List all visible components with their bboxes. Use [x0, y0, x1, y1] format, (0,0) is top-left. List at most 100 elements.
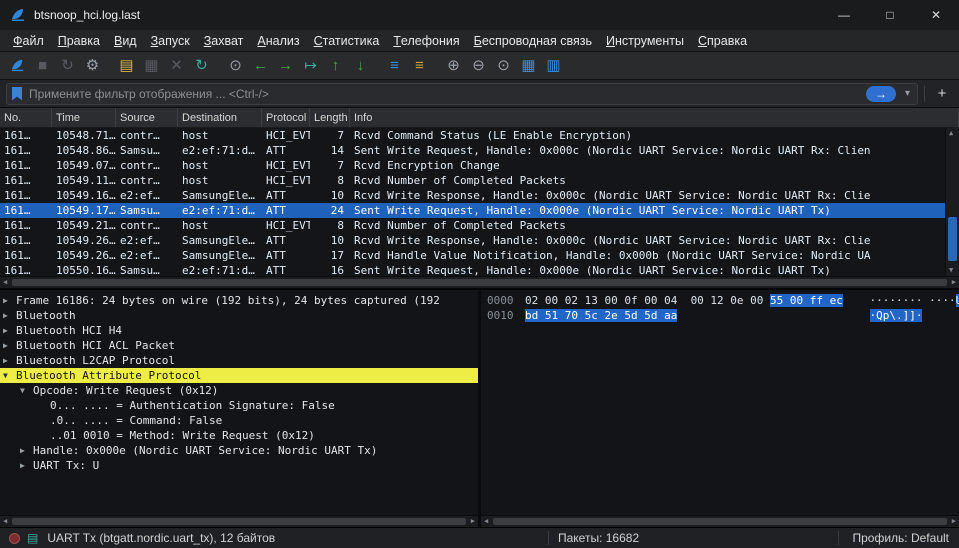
expand-arrow-icon[interactable]: ▶ [3, 326, 16, 335]
menu-wireless[interactable]: Беспроводная связь [467, 30, 599, 51]
detail-line-hci-acl[interactable]: ▶ Bluetooth HCI ACL Packet [0, 338, 478, 353]
detail-line-att-selected[interactable]: ▼ Bluetooth Attribute Protocol [0, 368, 478, 383]
go-last-button[interactable]: ↓ [348, 54, 373, 78]
close-button[interactable]: ✕ [913, 0, 959, 30]
packet-row[interactable]: 161… 10549.26… e2:ef… SamsungEle… ATT 10… [0, 233, 945, 248]
display-filter-input[interactable]: Примените фильтр отображения ... <Ctrl-/… [6, 82, 918, 105]
hex-line[interactable]: 0000 02 00 02 13 00 0f 00 04 00 12 0e 00… [481, 293, 959, 308]
menu-tools[interactable]: Инструменты [599, 30, 691, 51]
menu-help[interactable]: Справка [691, 30, 754, 51]
vscrollbar-thumb[interactable] [948, 216, 957, 262]
menu-capture[interactable]: Захват [197, 30, 251, 51]
go-first-button[interactable]: ↑ [323, 54, 348, 78]
profile-text[interactable]: Профиль: Default [853, 531, 950, 545]
scroll-left-icon[interactable]: ◀ [3, 518, 7, 525]
packet-list-hscrollbar[interactable]: ◀ ▶ [0, 276, 959, 288]
capture-options-button[interactable]: ⚙ [80, 54, 105, 78]
detail-line-handle[interactable]: ▶ Handle: 0x000e (Nordic UART Service: N… [0, 443, 478, 458]
scroll-left-icon[interactable]: ◀ [3, 279, 7, 286]
column-header-info[interactable]: Info [350, 108, 959, 127]
packet-row[interactable]: 161… 10549.21… contr… host HCI_EVT 8 Rcv… [0, 218, 945, 233]
menu-analyze[interactable]: Анализ [250, 30, 306, 51]
menu-view[interactable]: Вид [107, 30, 144, 51]
detail-line-opcode[interactable]: ▼ Opcode: Write Request (0x12) [0, 383, 478, 398]
hex-line[interactable]: 0010 bd 51 70 5c 2e 5d 5d aa ·Qp\.]]· [481, 308, 959, 323]
hex-hscrollbar[interactable]: ◀ ▶ [481, 515, 959, 527]
packet-row[interactable]: 161… 10549.07… contr… host HCI_EVT 7 Rcv… [0, 158, 945, 173]
expand-arrow-icon[interactable]: ▶ [3, 356, 16, 365]
restart-capture-button[interactable]: ↻ [55, 54, 80, 78]
menu-statistics[interactable]: Статистика [307, 30, 387, 51]
hscrollbar-thumb[interactable] [12, 279, 947, 286]
column-header-no[interactable]: No. [0, 108, 52, 127]
column-header-source[interactable]: Source [116, 108, 178, 127]
hscrollbar-thumb[interactable] [493, 518, 947, 525]
details-hscrollbar[interactable]: ◀ ▶ [0, 515, 478, 527]
packet-row[interactable]: 161… 10550.16… Samsu… e2:ef:71:d… ATT 16… [0, 263, 945, 276]
packet-row[interactable]: 161… 10548.86… Samsu… e2:ef:71:d… ATT 14… [0, 143, 945, 158]
detail-line-frame[interactable]: ▶ Frame 16186: 24 bytes on wire (192 bit… [0, 293, 478, 308]
minimize-button[interactable]: — [821, 0, 867, 30]
column-header-time[interactable]: Time [52, 108, 116, 127]
zoom-in-button[interactable]: ⊕ [441, 54, 466, 78]
menu-file[interactable]: Файл [6, 30, 51, 51]
scroll-down-icon[interactable]: ▼ [949, 267, 953, 274]
filter-dropdown-caret-icon[interactable]: ▾ [903, 88, 912, 99]
scroll-left-icon[interactable]: ◀ [484, 518, 488, 525]
filter-apply-button[interactable]: → [865, 85, 896, 102]
stop-capture-button[interactable]: ■ [30, 54, 55, 78]
column-header-length[interactable]: Length [310, 108, 350, 127]
scroll-right-icon[interactable]: ▶ [952, 518, 956, 525]
colorize-button[interactable]: ≡ [407, 54, 432, 78]
filter-add-button[interactable]: + [931, 85, 953, 102]
column-header-protocol[interactable]: Protocol [262, 108, 310, 127]
packet-row[interactable]: 161… 10549.16… e2:ef… SamsungEle… ATT 10… [0, 188, 945, 203]
detail-line-bluetooth[interactable]: ▶ Bluetooth [0, 308, 478, 323]
go-back-button[interactable]: ← [248, 54, 273, 78]
hscrollbar-thumb[interactable] [12, 518, 466, 525]
detail-line-auth-signature[interactable]: 0... .... = Authentication Signature: Fa… [0, 398, 478, 413]
packet-row[interactable]: 161… 10548.71… contr… host HCI_EVT 7 Rcv… [0, 128, 945, 143]
packet-row[interactable]: 161… 10549.11… contr… host HCI_EVT 8 Rcv… [0, 173, 945, 188]
detail-line-method[interactable]: ..01 0010 = Method: Write Request (0x12) [0, 428, 478, 443]
go-forward-button[interactable]: → [273, 54, 298, 78]
expand-arrow-icon[interactable]: ▶ [3, 311, 16, 320]
collapse-arrow-icon[interactable]: ▼ [3, 371, 16, 380]
close-file-button[interactable]: ✕ [164, 54, 189, 78]
cell-protocol: ATT [266, 264, 286, 276]
detail-line-command-flag[interactable]: .0.. .... = Command: False [0, 413, 478, 428]
expand-arrow-icon[interactable]: ▶ [20, 461, 33, 470]
detail-line-uart-tx[interactable]: ▶ UART Tx: U [0, 458, 478, 473]
zoom-reset-button[interactable]: ⊙ [491, 54, 516, 78]
packet-row-selected[interactable]: 161… 10549.17… Samsu… e2:ef:71:d… ATT 24… [0, 203, 945, 218]
detail-line-hci-h4[interactable]: ▶ Bluetooth HCI H4 [0, 323, 478, 338]
column-header-destination[interactable]: Destination [178, 108, 262, 127]
resize-columns-button[interactable]: ▦ [516, 54, 541, 78]
go-to-packet-button[interactable]: ↦ [298, 54, 323, 78]
capture-file-icon[interactable]: ▤ [27, 531, 38, 545]
menu-edit[interactable]: Правка [51, 30, 107, 51]
expand-arrow-icon[interactable]: ▶ [20, 446, 33, 455]
detail-line-l2cap[interactable]: ▶ Bluetooth L2CAP Protocol [0, 353, 478, 368]
packet-row[interactable]: 161… 10549.26… e2:ef… SamsungEle… ATT 17… [0, 248, 945, 263]
open-file-button[interactable]: ▤ [114, 54, 139, 78]
expand-arrow-icon[interactable]: ▶ [3, 296, 16, 305]
zoom-out-button[interactable]: ⊖ [466, 54, 491, 78]
save-file-button[interactable]: ▦ [139, 54, 164, 78]
scroll-right-icon[interactable]: ▶ [471, 518, 475, 525]
expand-arrow-icon[interactable]: ▶ [3, 341, 16, 350]
collapse-arrow-icon[interactable]: ▼ [20, 386, 33, 395]
menu-telephony[interactable]: Телефония [386, 30, 466, 51]
reload-file-button[interactable]: ↻ [189, 54, 214, 78]
maximize-button[interactable]: □ [867, 0, 913, 30]
scroll-up-icon[interactable]: ▲ [949, 130, 953, 137]
start-capture-button[interactable] [5, 54, 30, 78]
packet-list-vscrollbar[interactable]: ▲ ▼ [945, 128, 959, 276]
find-packet-button[interactable]: ⊙ [223, 54, 248, 78]
scroll-right-icon[interactable]: ▶ [952, 279, 956, 286]
columns-layout-button[interactable]: ▥ [541, 54, 566, 78]
auto-scroll-button[interactable]: ≡ [382, 54, 407, 78]
menu-go[interactable]: Запуск [144, 30, 197, 51]
expert-info-icon[interactable] [9, 532, 20, 544]
filter-bookmark-icon[interactable] [12, 86, 22, 101]
